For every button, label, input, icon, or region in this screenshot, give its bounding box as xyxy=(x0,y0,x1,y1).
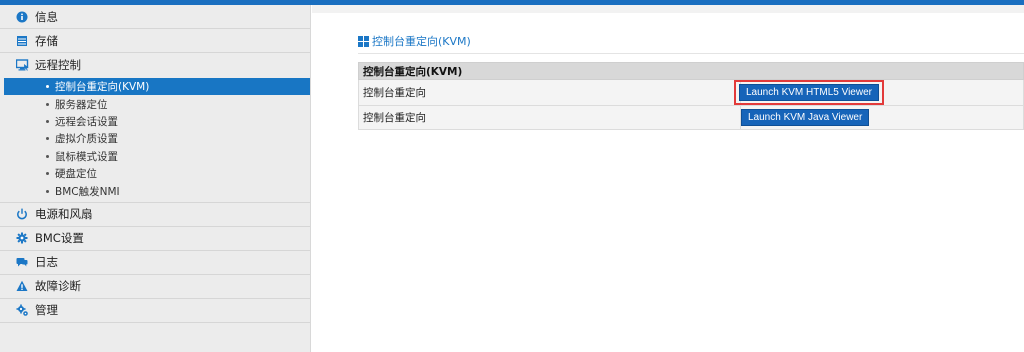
bullet-icon xyxy=(46,189,49,193)
sidebar-subitem-virtual-media[interactable]: 虚拟介质设置 xyxy=(0,130,310,147)
bullet-icon xyxy=(46,172,49,176)
storage-icon xyxy=(15,34,29,48)
sidebar-subitem-disk-locate[interactable]: 硬盘定位 xyxy=(0,165,310,182)
sidebar-subitem-label: 硬盘定位 xyxy=(55,168,97,181)
sidebar-item-management[interactable]: 管理 xyxy=(0,299,310,323)
gear-icon xyxy=(15,231,29,245)
table-row: 控制台重定向 Launch KVM HTML5 Viewer xyxy=(358,79,1024,106)
sidebar-subitem-kvm[interactable]: 控制台重定向(KVM) xyxy=(4,78,310,96)
sidebar-subitem-label: 虚拟介质设置 xyxy=(55,133,118,146)
remote-control-submenu: 控制台重定向(KVM) 服务器定位 远程会话设置 虚拟介质设置 鼠标模式设置 硬… xyxy=(0,77,310,203)
manage-gear-icon xyxy=(15,303,29,317)
table-header-row: 控制台重定向(KVM) xyxy=(358,62,1024,80)
sidebar-item-label: 故障诊断 xyxy=(35,279,81,294)
bullet-icon xyxy=(46,85,49,89)
sidebar-item-label: 远程控制 xyxy=(35,58,81,72)
sidebar-item-label: 信息 xyxy=(35,9,58,24)
sidebar-subitem-bmc-nmi[interactable]: BMC触发NMI xyxy=(0,182,310,199)
sidebar-item-diagnostics[interactable]: 故障诊断 xyxy=(0,275,310,299)
sidebar-subitem-label: BMC触发NMI xyxy=(55,185,120,198)
sidebar-item-label: 存储 xyxy=(35,33,58,48)
sidebar-subitem-label: 远程会话设置 xyxy=(55,115,118,128)
sidebar-item-log[interactable]: 日志 xyxy=(0,251,310,275)
sidebar-subitem-server-locate[interactable]: 服务器定位 xyxy=(0,95,310,112)
table-row: 控制台重定向 Launch KVM Java Viewer xyxy=(358,105,1024,130)
sidebar-subitem-remote-session[interactable]: 远程会话设置 xyxy=(0,113,310,130)
page-title-text: 控制台重定向(KVM) xyxy=(372,35,471,48)
log-icon xyxy=(15,255,29,269)
sidebar-item-info[interactable]: 信息 xyxy=(0,5,310,29)
sidebar-item-power-fan[interactable]: 电源和风扇 xyxy=(0,203,310,227)
info-icon xyxy=(15,10,29,24)
sidebar-item-label: 管理 xyxy=(35,303,58,318)
divider xyxy=(358,53,1024,54)
sidebar-subitem-label: 控制台重定向(KVM) xyxy=(55,81,150,94)
content-panel: 控制台重定向(KVM) 控制台重定向(KVM) 控制台重定向 Launch KV… xyxy=(312,13,1024,352)
launch-html5-viewer-button[interactable]: Launch KVM HTML5 Viewer xyxy=(739,84,879,101)
content-top-strip xyxy=(312,5,1024,13)
sidebar-subitem-mouse-mode[interactable]: 鼠标模式设置 xyxy=(0,148,310,165)
row-label: 控制台重定向 xyxy=(358,105,741,130)
sidebar-item-remote-control[interactable]: 远程控制 xyxy=(0,53,310,77)
bullet-icon xyxy=(46,137,49,141)
button-cell: Launch KVM Java Viewer xyxy=(740,105,1024,130)
sidebar-subitem-label: 鼠标模式设置 xyxy=(55,150,118,163)
power-icon xyxy=(15,207,29,221)
sidebar-item-label: 日志 xyxy=(35,255,58,270)
sidebar-item-label: BMC设置 xyxy=(35,231,84,246)
sidebar-item-label: 电源和风扇 xyxy=(35,207,93,222)
sidebar-item-bmc-settings[interactable]: BMC设置 xyxy=(0,227,310,251)
bullet-icon xyxy=(46,119,49,123)
bullet-icon xyxy=(46,154,49,158)
warning-icon xyxy=(15,279,29,293)
sidebar-item-storage[interactable]: 存储 xyxy=(0,29,310,53)
monitor-icon xyxy=(15,58,29,72)
page-title: 控制台重定向(KVM) xyxy=(358,33,471,49)
button-cell: Launch KVM HTML5 Viewer xyxy=(734,79,1024,106)
launch-java-viewer-button[interactable]: Launch KVM Java Viewer xyxy=(741,109,870,126)
bullet-icon xyxy=(46,102,49,106)
main-content: 控制台重定向(KVM) 控制台重定向(KVM) 控制台重定向 Launch KV… xyxy=(312,5,1024,352)
sidebar: 信息 存储 远程控制 控制台重定向(KVM) 服务器定位 远程会话设置 虚拟介质… xyxy=(0,5,311,352)
sidebar-subitem-label: 服务器定位 xyxy=(55,98,108,111)
grid-icon xyxy=(358,35,369,47)
table-header: 控制台重定向(KVM) xyxy=(358,62,1024,80)
row-label: 控制台重定向 xyxy=(358,79,741,106)
highlight-box: Launch KVM HTML5 Viewer xyxy=(734,80,884,105)
kvm-table: 控制台重定向(KVM) 控制台重定向 Launch KVM HTML5 View… xyxy=(358,62,1024,130)
